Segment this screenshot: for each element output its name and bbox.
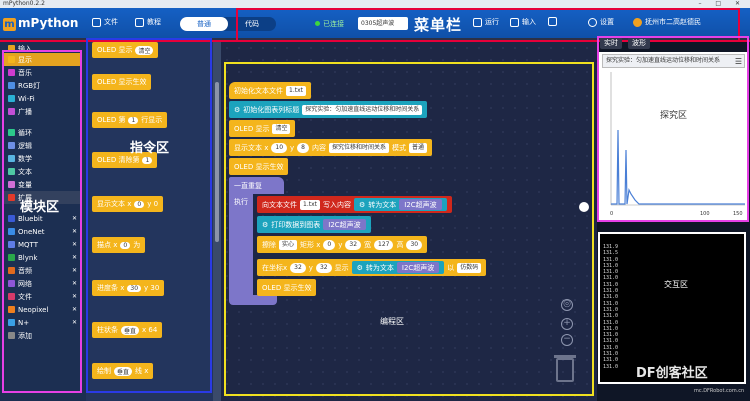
scrollbar-thumb[interactable] [215, 82, 219, 242]
log-line: 131.0 [603, 363, 619, 370]
drag-handle[interactable] [579, 202, 589, 212]
explore-highlight-frame [597, 36, 749, 222]
command-highlight-frame [86, 38, 212, 393]
file-menu-label: 文件 [104, 18, 118, 26]
tutorial-menu-button[interactable]: 教程 [135, 17, 161, 27]
log-line: 131.0 [603, 357, 619, 364]
log-line: 131.0 [603, 338, 619, 345]
editor-highlight-frame [224, 62, 594, 396]
tutorial-menu-label: 教程 [147, 18, 161, 26]
log-line: 131.5 [603, 250, 619, 257]
log-line: 131.0 [603, 313, 619, 320]
logo-text: mPython [18, 16, 79, 30]
file-menu-button[interactable]: 文件 [92, 17, 118, 27]
command-scrollbar[interactable] [213, 42, 221, 401]
mode-normal-tab[interactable]: 普通 [180, 17, 228, 31]
category-highlight-frame [2, 50, 82, 393]
log-line: 131.0 [603, 256, 619, 263]
file-icon [92, 17, 101, 27]
serial-log: 131.9 131.5 131.0 131.0 131.0 131.0 131.0 131.0… [603, 244, 618, 370]
interact-area-annotation: 交互区 [664, 280, 688, 289]
log-line: 131.0 [603, 275, 619, 282]
watermark-url: mc.DFRobot.com.cn [694, 388, 745, 394]
window-title-bar: mPython0.2.2 – □ ✕ [0, 0, 750, 8]
window-controls[interactable]: – □ ✕ [698, 0, 746, 8]
log-line: 131.0 [603, 294, 619, 301]
book-icon [135, 17, 144, 27]
app-logo: m mPython [3, 16, 78, 31]
watermark-brand: DF创客社区 [636, 366, 708, 381]
logo-icon: m [3, 18, 16, 31]
window-title: mPython0.2.2 [3, 0, 45, 7]
log-line: 131.0 [603, 319, 619, 326]
